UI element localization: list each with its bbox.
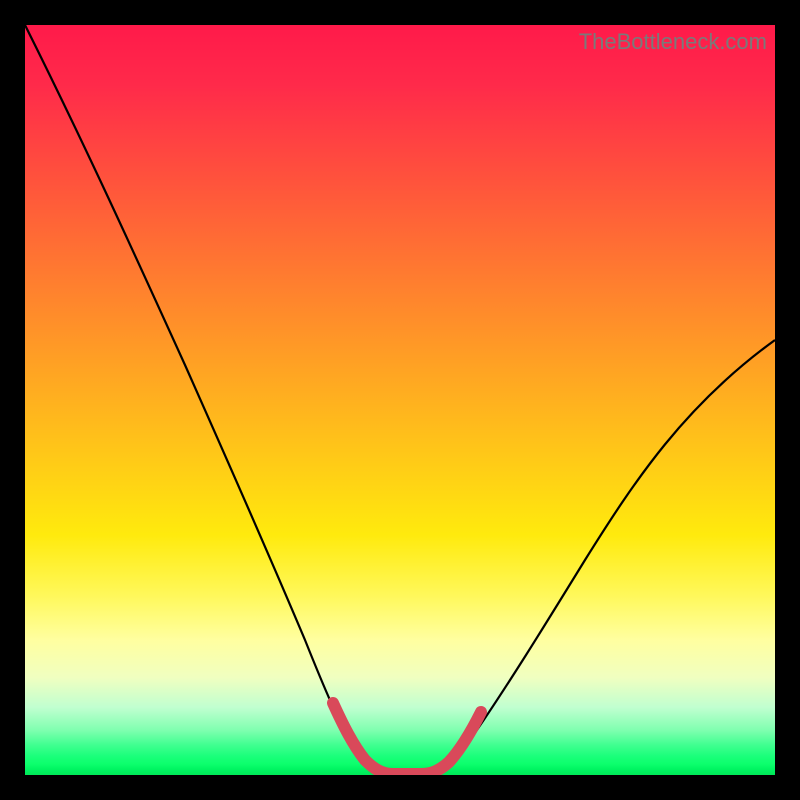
chart-container: TheBottleneck.com [0, 0, 800, 800]
bottleneck-curve-path [25, 25, 775, 774]
plot-area: TheBottleneck.com [25, 25, 775, 775]
curve-svg [25, 25, 775, 775]
optimal-range-marker-path [333, 703, 481, 774]
watermark-text: TheBottleneck.com [579, 29, 767, 55]
